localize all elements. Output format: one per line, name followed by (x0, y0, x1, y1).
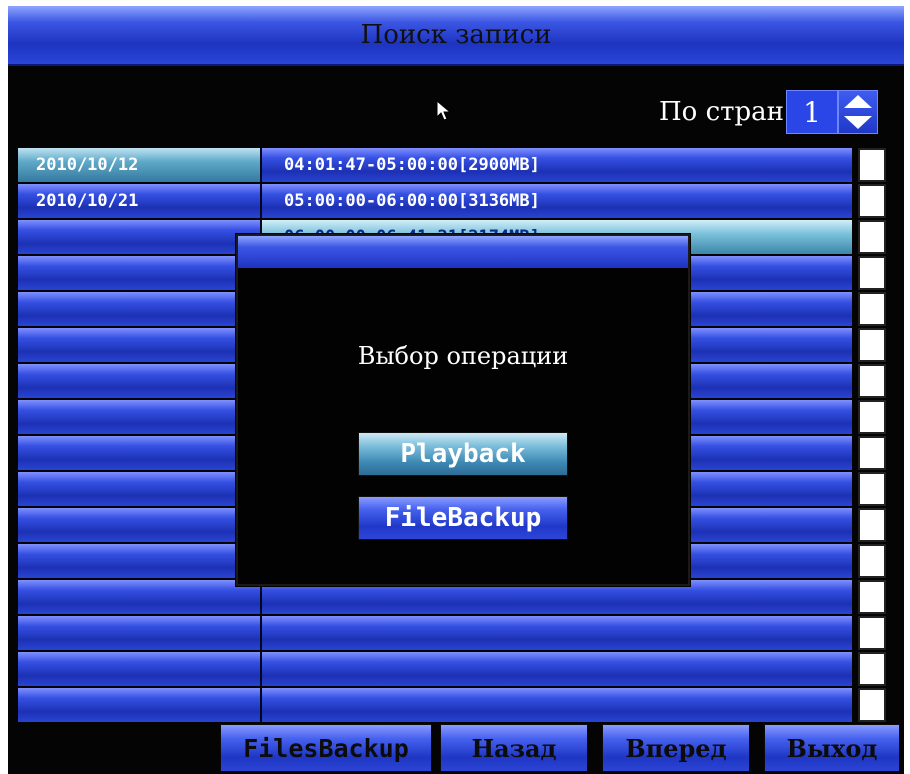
forward-button[interactable]: Вперед (602, 724, 750, 772)
record-checkbox[interactable] (858, 148, 886, 182)
window-title: Поиск записи (360, 20, 552, 50)
record-date-cell[interactable] (18, 652, 262, 686)
record-date-cell[interactable] (18, 580, 262, 614)
record-checkbox[interactable] (858, 256, 886, 290)
record-date-cell[interactable] (18, 472, 262, 506)
filebackup-button[interactable]: FileBackup (358, 496, 568, 540)
record-checkbox[interactable] (858, 436, 886, 470)
record-checkbox[interactable] (858, 220, 886, 254)
page-label: По стран (658, 97, 784, 127)
mouse-pointer-icon (436, 100, 452, 121)
up-down-spinner-icon[interactable] (838, 90, 878, 134)
record-checkbox[interactable] (858, 580, 886, 614)
record-date-cell[interactable] (18, 616, 262, 650)
record-date-cell[interactable] (18, 256, 262, 290)
record-date-cell[interactable] (18, 544, 262, 578)
title-bar: Поиск записи (8, 6, 904, 66)
table-row[interactable] (18, 616, 886, 650)
record-checkbox[interactable] (858, 184, 886, 218)
record-date-cell[interactable] (18, 292, 262, 326)
record-checkbox[interactable] (858, 400, 886, 434)
record-checkbox[interactable] (858, 616, 886, 650)
record-date-cell[interactable] (18, 220, 262, 254)
record-date-cell[interactable] (18, 508, 262, 542)
record-date-cell[interactable] (18, 436, 262, 470)
back-button[interactable]: Назад (440, 724, 588, 772)
table-row[interactable]: 2010/10/12 04:01:47-05:00:00[2900MB] (18, 148, 886, 182)
record-date-cell[interactable] (18, 364, 262, 398)
record-checkbox[interactable] (858, 544, 886, 578)
record-checkbox[interactable] (858, 508, 886, 542)
record-date-cell[interactable] (18, 328, 262, 362)
record-checkbox[interactable] (858, 328, 886, 362)
record-checkbox[interactable] (858, 292, 886, 326)
page-down-arrow-icon[interactable] (844, 116, 872, 129)
page-selector: По стран 1 (659, 90, 878, 134)
record-checkbox[interactable] (858, 364, 886, 398)
record-time-range-cell[interactable]: 04:01:47-05:00:00[2900MB] (262, 148, 852, 182)
table-row[interactable] (18, 652, 886, 686)
record-time-range-cell[interactable] (262, 652, 852, 686)
record-date-cell[interactable]: 2010/10/21 (18, 184, 262, 218)
record-date-cell[interactable]: 2010/10/12 (18, 148, 262, 182)
page-number-field[interactable]: 1 (786, 90, 838, 134)
dvr-screen: Поиск записи По стран 1 2010/10/12 04:01:… (8, 6, 904, 774)
operation-dialog: Выбор операции Playback FileBackup (236, 234, 690, 586)
record-checkbox[interactable] (858, 472, 886, 506)
table-row[interactable]: 2010/10/21 05:00:00-06:00:00[3136MB] (18, 184, 886, 218)
record-checkbox[interactable] (858, 652, 886, 686)
bottom-toolbar: FilesBackup Назад Вперед Выход (8, 716, 904, 774)
files-backup-button[interactable]: FilesBackup (220, 724, 432, 772)
playback-button[interactable]: Playback (358, 432, 568, 476)
record-date-cell[interactable] (18, 400, 262, 434)
dialog-title-bar (238, 236, 688, 268)
page-up-arrow-icon[interactable] (844, 95, 872, 108)
record-time-range-cell[interactable]: 05:00:00-06:00:00[3136MB] (262, 184, 852, 218)
record-time-range-cell[interactable] (262, 616, 852, 650)
dialog-heading: Выбор операции (357, 342, 569, 370)
exit-button[interactable]: Выход (764, 724, 900, 772)
